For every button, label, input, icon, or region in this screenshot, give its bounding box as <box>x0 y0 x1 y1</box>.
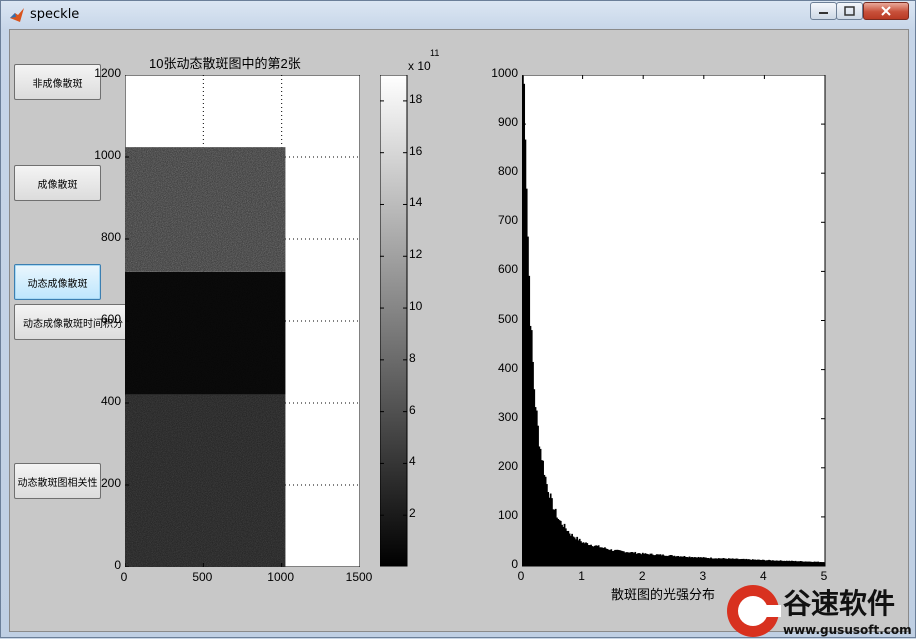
colorbar-tick-label: 4 <box>409 454 416 469</box>
right-x-tick-label: 1 <box>578 569 585 583</box>
left-y-tick-label: 200 <box>100 476 121 490</box>
right-y-tick-label: 700 <box>497 213 518 228</box>
left-y-tick-label: 800 <box>100 230 121 244</box>
left-y-tick-label: 0 <box>114 558 121 572</box>
colorbar-tick-label: 14 <box>409 195 423 210</box>
colorbar-tick-label: 12 <box>409 247 423 262</box>
maximize-icon <box>844 6 855 16</box>
left-x-tick-label: 0 <box>120 570 128 584</box>
right-y-tick-label: 400 <box>497 360 518 375</box>
correlation-button[interactable]: 动态散斑图相关性 <box>14 463 101 499</box>
imaging-speckle-button[interactable]: 成像散斑 <box>14 165 101 201</box>
colorbar-exponent-base: x 10 <box>408 59 431 73</box>
right-y-tick-label: 0 <box>511 557 518 571</box>
title-bar[interactable]: speckle <box>1 1 915 29</box>
right-y-tick-label: 800 <box>497 164 518 179</box>
colorbar-tick-label: 18 <box>409 91 423 106</box>
right-y-tick-label: 1000 <box>491 66 518 80</box>
right-x-tick-label: 2 <box>638 569 646 583</box>
right-axes <box>522 75 826 567</box>
close-button[interactable] <box>863 2 909 20</box>
right-y-tick-label: 200 <box>497 458 518 473</box>
left-axes <box>125 75 360 567</box>
right-plot-xlabel: 散斑图的光强分布 <box>611 587 716 602</box>
left-y-tick-label: 600 <box>100 312 121 326</box>
colorbar <box>380 75 408 567</box>
minimize-icon <box>819 12 828 14</box>
left-y-tick-label: 400 <box>100 394 121 408</box>
gusu-logo: 谷速软件 www.gususoft.com <box>727 585 912 637</box>
app-window: speckle 非成像散斑 成像散斑 动态成像散斑 动态成像散斑时间积分 动态散… <box>0 0 916 638</box>
right-y-tick-label: 300 <box>497 409 518 424</box>
right-x-tick-label: 0 <box>517 569 525 583</box>
close-icon <box>881 6 891 16</box>
maximize-button[interactable] <box>836 2 863 20</box>
right-y-tick-label: 100 <box>497 507 518 522</box>
right-y-tick-label: 900 <box>497 115 518 130</box>
speckle-noise <box>125 271 286 395</box>
window-title: speckle <box>30 7 80 22</box>
right-y-tick-label: 600 <box>497 262 518 277</box>
left-y-tick-label: 1000 <box>94 148 121 162</box>
left-y-tick-label: 1200 <box>94 66 121 80</box>
matlab-icon <box>10 8 24 22</box>
minimize-button[interactable] <box>810 2 837 20</box>
colorbar-tick-label: 6 <box>409 402 416 417</box>
svg-text:谷速软件: 谷速软件 <box>783 587 895 620</box>
right-y-tick-label: 500 <box>497 311 518 326</box>
speckle-noise <box>125 147 286 272</box>
non-imaging-speckle-button[interactable]: 非成像散斑 <box>14 64 101 100</box>
svg-text:www.gususoft.com: www.gususoft.com <box>783 623 912 637</box>
colorbar-exponent-power: 11 <box>430 48 440 58</box>
left-x-tick-label: 500 <box>192 570 213 584</box>
right-x-tick-label: 5 <box>820 569 828 583</box>
speckle-image <box>125 147 286 567</box>
left-plot-title: 10张动态散斑图中的第2张 <box>149 56 301 71</box>
colorbar-tick-label: 16 <box>409 143 423 158</box>
speckle-noise <box>125 394 286 567</box>
dynamic-imaging-speckle-button[interactable]: 动态成像散斑 <box>14 264 101 300</box>
colorbar-tick-label: 8 <box>409 350 416 365</box>
left-x-tick-label: 1500 <box>345 570 373 584</box>
right-x-tick-label: 3 <box>699 569 707 583</box>
right-x-tick-label: 4 <box>760 569 767 583</box>
colorbar-tick-label: 10 <box>409 299 423 314</box>
colorbar-tick-label: 2 <box>409 506 416 521</box>
left-x-tick-label: 1000 <box>267 570 295 584</box>
